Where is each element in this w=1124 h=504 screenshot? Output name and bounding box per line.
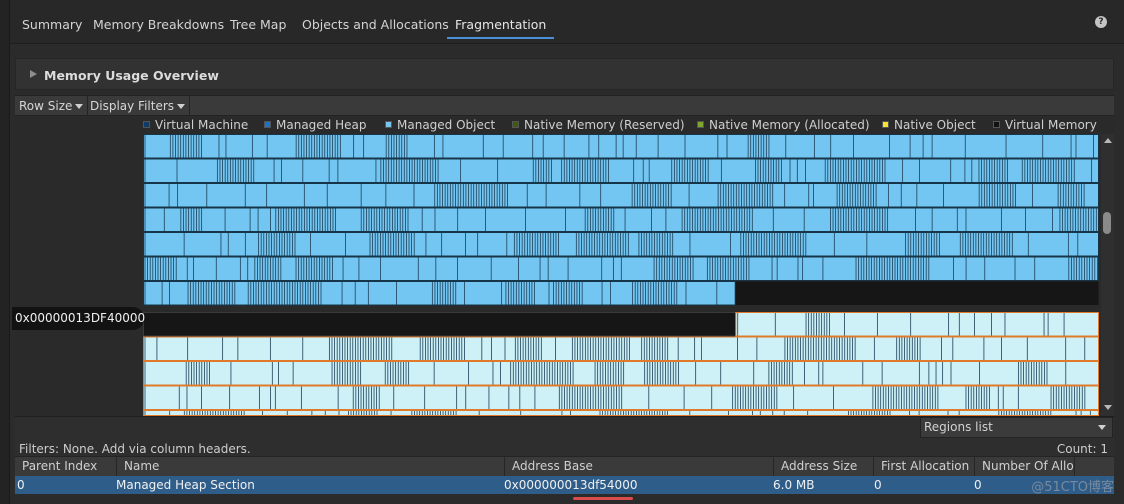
display-filters-label: Display Filters	[90, 99, 175, 113]
memory-fragmentation-map[interactable]	[143, 134, 1099, 416]
fragmentation-toolbar: Row Size Display Filters	[15, 95, 1114, 116]
foldout-triangle-icon[interactable]	[30, 70, 37, 78]
tab-tree-map[interactable]: Tree Map	[230, 17, 286, 39]
legend-swatch-icon	[264, 121, 271, 128]
cell-parent-index: 0	[17, 478, 25, 492]
legend-swatch-icon	[993, 121, 1000, 128]
address-label: 0x00000013DF40000	[12, 307, 145, 330]
legend-swatch-icon	[385, 121, 392, 128]
cell-address-size: 6.0 MB	[773, 478, 815, 492]
watermark: @51CTO博客	[1031, 480, 1114, 495]
left-panel-edge	[0, 0, 10, 504]
managed-object-row	[143, 183, 1099, 208]
managed-heap-section-row	[143, 385, 1099, 410]
chevron-down-icon	[177, 104, 186, 109]
memory-usage-overview-foldout[interactable]: Memory Usage Overview	[15, 58, 1114, 90]
tab-fragmentation[interactable]: Fragmentation	[447, 17, 555, 39]
cell-address-base: 0x000000013df54000	[504, 478, 638, 492]
legend-label: Managed Heap	[276, 118, 367, 132]
tab-objects-and-allocations[interactable]: Objects and Allocations	[302, 17, 449, 39]
cell-first-allocation-index: 0	[874, 478, 882, 492]
unused-memory-block	[143, 312, 737, 337]
cell-number-of-allocations: 0	[974, 478, 982, 492]
row-size-label: Row Size	[19, 99, 73, 113]
managed-object-row	[143, 134, 1099, 159]
table-header: Parent Index Name Address Base Address S…	[15, 456, 1114, 476]
column-header-address-size[interactable]: Address Size	[774, 457, 874, 476]
legend-swatch-icon	[697, 121, 704, 128]
legend-label: Managed Object	[397, 118, 496, 132]
chevron-down-icon	[75, 104, 84, 109]
managed-object-row	[143, 207, 1099, 232]
legend-swatch-icon	[143, 121, 150, 128]
memory-legend: Virtual Machine Managed Heap Managed Obj…	[143, 118, 1103, 134]
legend-label: Native Memory (Reserved)	[524, 118, 685, 132]
tab-memory-breakdowns[interactable]: Memory Breakdowns	[93, 17, 224, 39]
regions-list-value: Regions list	[924, 420, 993, 434]
legend-label: Virtual Memory	[1005, 118, 1097, 132]
column-header-parent-index[interactable]: Parent Index	[15, 457, 117, 476]
legend-native-object[interactable]: Native Object	[882, 118, 976, 132]
legend-managed-heap[interactable]: Managed Heap	[264, 118, 366, 132]
legend-label: Virtual Machine	[155, 118, 249, 132]
legend-label: Native Memory (Allocated)	[709, 118, 870, 132]
managed-heap-section-row	[143, 336, 1099, 361]
legend-swatch-icon	[512, 121, 519, 128]
legend-native-memory-reserved[interactable]: Native Memory (Reserved)	[512, 118, 685, 132]
legend-managed-object[interactable]: Managed Object	[385, 118, 495, 132]
table-bottom	[15, 494, 1114, 504]
column-header-first-allocation-index[interactable]: First Allocation I	[874, 457, 975, 476]
legend-swatch-icon	[882, 121, 889, 128]
legend-virtual-machine[interactable]: Virtual Machine	[143, 118, 248, 132]
count-text: Count: 1	[1056, 442, 1108, 456]
legend-virtual-memory[interactable]: Virtual Memory	[993, 118, 1097, 132]
unused-memory-block	[735, 281, 1099, 305]
column-header-name[interactable]: Name	[117, 457, 505, 476]
help-icon[interactable]: ?	[1095, 16, 1107, 28]
chevron-down-icon	[1098, 425, 1106, 430]
managed-object-row	[143, 232, 1099, 257]
regions-list-dropdown[interactable]: Regions list	[920, 417, 1113, 438]
managed-object-row	[143, 158, 1099, 183]
legend-native-memory-allocated[interactable]: Native Memory (Allocated)	[697, 118, 870, 132]
column-header-number-of-allocations[interactable]: Number Of Alloc	[975, 457, 1075, 476]
legend-label: Native Object	[894, 118, 976, 132]
display-filters-dropdown[interactable]: Display Filters	[86, 96, 191, 116]
filters-text: Filters: None. Add via column headers.	[19, 442, 251, 456]
column-header-address-base[interactable]: Address Base	[505, 457, 774, 476]
vertical-scrollbar[interactable]	[1101, 134, 1114, 416]
tab-summary[interactable]: Summary	[22, 17, 82, 39]
memory-usage-overview-title: Memory Usage Overview	[44, 68, 219, 83]
table-row[interactable]: 0 Managed Heap Section 0x000000013df5400…	[15, 476, 1114, 494]
tab-bar: Summary Memory Breakdowns Tree Map Objec…	[10, 0, 1124, 44]
scroll-down-arrow-icon[interactable]	[1104, 405, 1112, 410]
cell-name: Managed Heap Section	[116, 478, 255, 492]
row-size-dropdown[interactable]: Row Size	[15, 96, 89, 116]
scrollbar-thumb[interactable]	[1103, 212, 1111, 234]
resize-indicator	[573, 497, 633, 500]
scroll-up-arrow-icon[interactable]	[1104, 138, 1112, 143]
